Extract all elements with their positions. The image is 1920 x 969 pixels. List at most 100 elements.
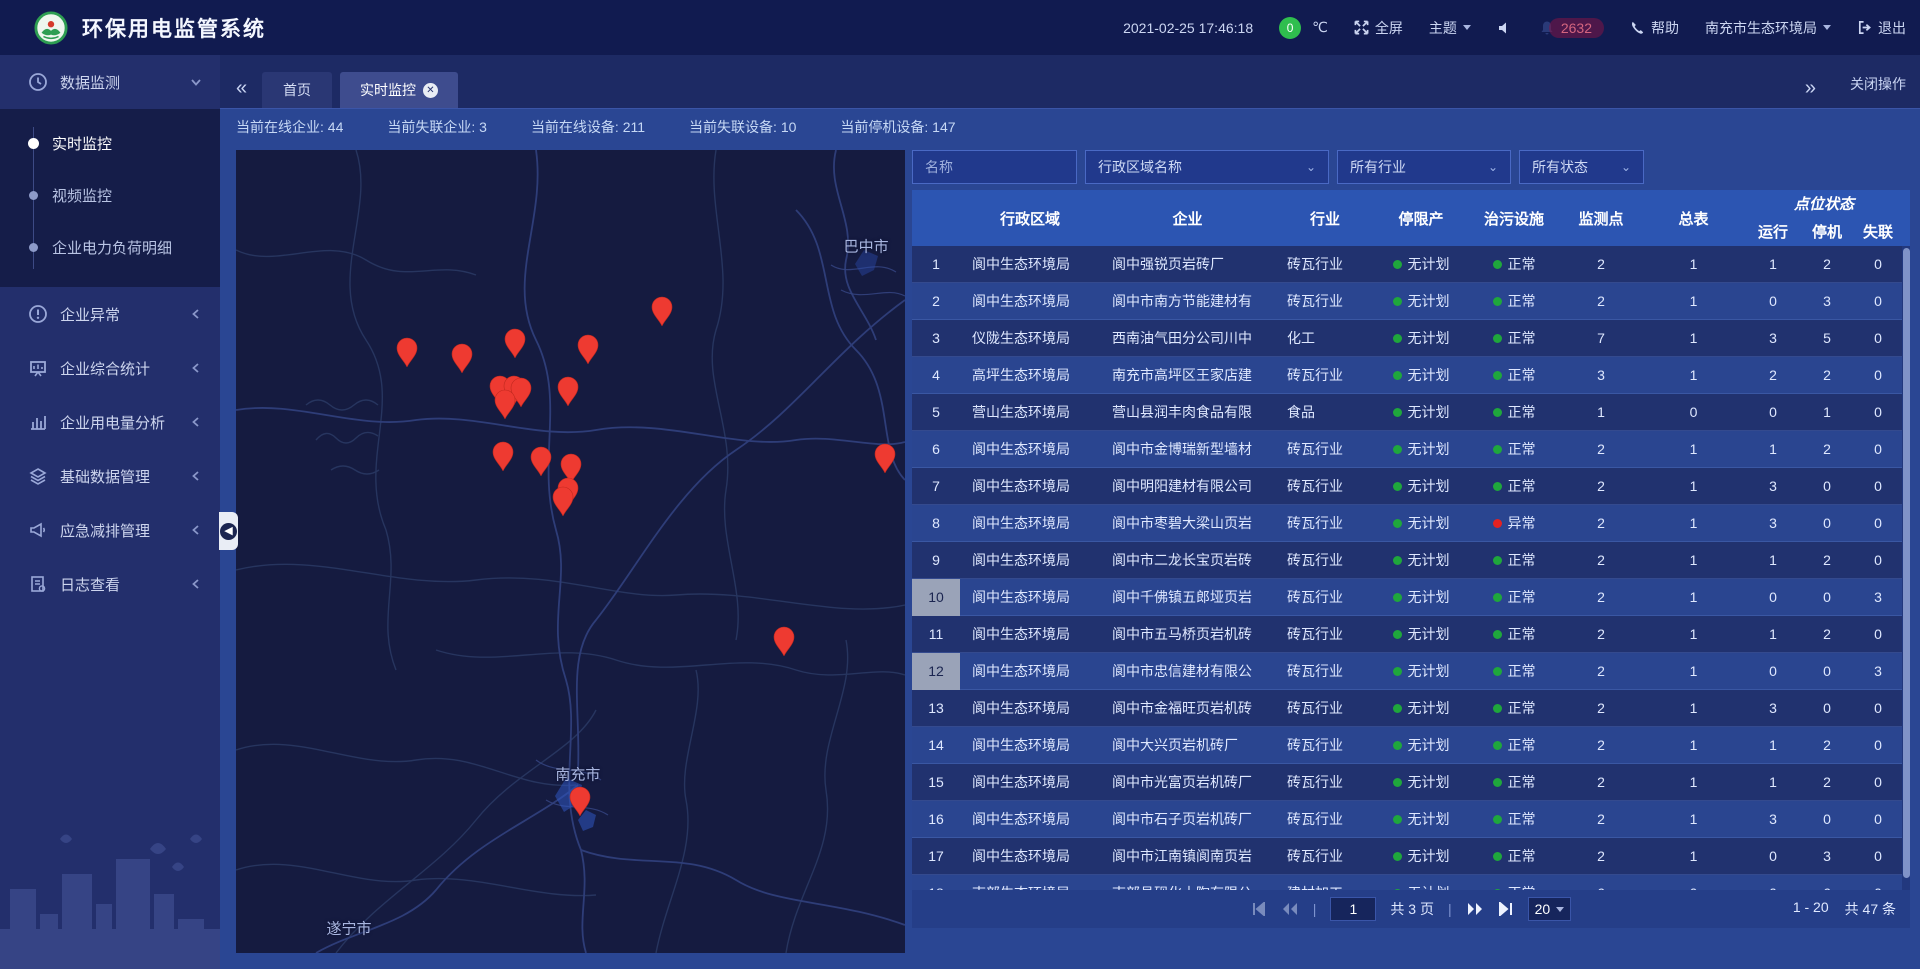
name-filter-input[interactable] — [925, 159, 1064, 175]
status-filter-select[interactable]: 所有状态 ⌄ — [1519, 150, 1644, 184]
help-button[interactable]: 帮助 — [1630, 18, 1679, 38]
tab-home[interactable]: 首页 — [262, 72, 332, 108]
offline-count-cell: 0 — [1854, 737, 1902, 753]
tabs-scroll-right-button[interactable]: » — [1805, 77, 1816, 100]
sidebar-item-6[interactable]: 日志查看 — [0, 557, 220, 611]
table-row[interactable]: 17阆中生态环境局阆中市江南镇阆南页岩砖瓦行业无计划正常21030 — [912, 838, 1910, 875]
fullscreen-button[interactable]: 全屏 — [1354, 18, 1403, 38]
facility-status-cell: 正常 — [1467, 846, 1561, 866]
map-pin-icon[interactable] — [651, 296, 673, 331]
first-page-button[interactable] — [1251, 902, 1267, 916]
table-row[interactable]: 7阆中生态环境局阆中明阳建材有限公司砖瓦行业无计划正常21300 — [912, 468, 1910, 505]
table-row[interactable]: 3仪陇生态环境局西南油气田分公司川中化工无计划正常71350 — [912, 320, 1910, 357]
table-row[interactable]: 9阆中生态环境局阆中市二龙长宝页岩砖砖瓦行业无计划正常21120 — [912, 542, 1910, 579]
map-pin-icon[interactable] — [557, 376, 579, 411]
table-row[interactable]: 12阆中生态环境局阆中市忠信建材有限公砖瓦行业无计划正常21003 — [912, 653, 1910, 690]
close-operations-button[interactable]: 关闭操作 — [1850, 74, 1906, 94]
layers-icon — [28, 466, 48, 486]
region-cell: 阆中生态环境局 — [960, 846, 1100, 866]
table-row[interactable]: 6阆中生态环境局阆中市金博瑞新型墙材砖瓦行业无计划正常21120 — [912, 431, 1910, 468]
offline-count-cell: 0 — [1854, 256, 1902, 272]
region-filter-select[interactable]: 行政区域名称 ⌄ — [1085, 150, 1329, 184]
notification-bell[interactable]: 2632 — [1539, 18, 1604, 38]
sidebar-item-3[interactable]: 企业用电量分析 — [0, 395, 220, 449]
tab-realtime-monitor[interactable]: 实时监控 ✕ — [340, 72, 458, 108]
page-number-input[interactable] — [1330, 897, 1376, 921]
facility-status-cell: 正常 — [1467, 365, 1561, 385]
scrollbar-thumb[interactable] — [1903, 248, 1910, 878]
status-dot-icon — [1393, 630, 1402, 639]
map-pin-icon[interactable] — [492, 441, 514, 476]
table-row[interactable]: 5营山生态环境局营山县润丰肉食品有限食品无计划正常10010 — [912, 394, 1910, 431]
stat-item-3: 当前失联设备: 10 — [689, 117, 796, 137]
table-row[interactable]: 16阆中生态环境局阆中市石子页岩机砖厂砖瓦行业无计划正常21300 — [912, 801, 1910, 838]
volume-icon[interactable] — [1497, 20, 1513, 36]
map-pin-icon[interactable] — [773, 626, 795, 661]
map-pin-icon[interactable] — [569, 786, 591, 821]
status-dot-icon — [1393, 297, 1402, 306]
sidebar-subitem-1[interactable]: 视频监控 — [0, 169, 220, 221]
table-row[interactable]: 8阆中生态环境局阆中市枣碧大梁山页岩砖瓦行业无计划异常21300 — [912, 505, 1910, 542]
table-row[interactable]: 4高坪生态环境局南充市高坪区王家店建砖瓦行业无计划正常31220 — [912, 357, 1910, 394]
page-size-select[interactable]: 20 — [1528, 897, 1572, 921]
production-status-cell: 无计划 — [1375, 291, 1467, 311]
company-cell: 阆中市二龙长宝页岩砖 — [1100, 550, 1275, 570]
theme-menu[interactable]: 主题 — [1429, 18, 1471, 38]
facility-status-cell: 正常 — [1467, 291, 1561, 311]
previous-page-button[interactable] — [1281, 902, 1299, 916]
sidebar-subitem-0[interactable]: 实时监控 — [0, 117, 220, 169]
map-pin-icon[interactable] — [577, 334, 599, 369]
tab-close-icon[interactable]: ✕ — [423, 83, 438, 98]
table-row[interactable]: 2阆中生态环境局阆中市南方节能建材有砖瓦行业无计划正常21030 — [912, 283, 1910, 320]
table-row[interactable]: 13阆中生态环境局阆中市金福旺页岩机砖砖瓦行业无计划正常21300 — [912, 690, 1910, 727]
monitor-count-cell: 2 — [1561, 774, 1641, 790]
sidebar-subitem-2[interactable]: 企业电力负荷明细 — [0, 221, 220, 273]
offline-count-cell: 0 — [1854, 441, 1902, 457]
table-row[interactable]: 11阆中生态环境局阆中市五马桥页岩机砖砖瓦行业无计划正常21120 — [912, 616, 1910, 653]
offline-count-cell: 0 — [1854, 515, 1902, 531]
sidebar-item-4[interactable]: 基础数据管理 — [0, 449, 220, 503]
monitor-count-cell: 2 — [1561, 663, 1641, 679]
status-dot-icon — [1393, 778, 1402, 787]
filter-bar: 行政区域名称 ⌄ 所有行业 ⌄ 所有状态 ⌄ — [912, 150, 1644, 188]
sidebar-item-2[interactable]: 企业综合统计 — [0, 341, 220, 395]
city-label: 遂宁市 — [327, 918, 372, 939]
table-row[interactable]: 14阆中生态环境局阆中大兴页岩机砖厂砖瓦行业无计划正常21120 — [912, 727, 1910, 764]
map-pin-icon[interactable] — [874, 443, 896, 478]
sidebar-item-0[interactable]: 数据监测 — [0, 55, 220, 109]
industry-filter-select[interactable]: 所有行业 ⌄ — [1337, 150, 1511, 184]
header-toolbar: 2021-02-25 17:46:18 0 ℃ 全屏 主题 — [1123, 0, 1906, 55]
table-row[interactable]: 1阆中生态环境局阆中强锐页岩砖厂砖瓦行业无计划正常21120 — [912, 246, 1910, 283]
running-count-cell: 0 — [1746, 589, 1800, 605]
sidebar-collapse-button[interactable]: ◀ — [219, 512, 238, 550]
sidebar-item-5[interactable]: 应急减排管理 — [0, 503, 220, 557]
region-cell: 阆中生态环境局 — [960, 587, 1100, 607]
divider: | — [1448, 901, 1452, 917]
table-row[interactable]: 10阆中生态环境局阆中千佛镇五郎垭页岩砖瓦行业无计划正常21003 — [912, 579, 1910, 616]
logout-button[interactable]: 退出 — [1857, 18, 1906, 38]
map-pin-icon[interactable] — [396, 337, 418, 372]
map-pin-icon[interactable] — [552, 486, 574, 521]
row-number-cell: 7 — [912, 468, 960, 505]
row-number-cell: 9 — [912, 542, 960, 579]
map-pin-icon[interactable] — [494, 389, 516, 424]
map-panel[interactable]: 巴中市南充市遂宁市 — [236, 150, 905, 953]
table-row[interactable]: 15阆中生态环境局阆中市光富页岩机砖厂砖瓦行业无计划正常21120 — [912, 764, 1910, 801]
table-scrollbar[interactable] — [1902, 246, 1910, 891]
sidebar-item-1[interactable]: 企业异常 — [0, 287, 220, 341]
org-menu[interactable]: 南充市生态环境局 — [1705, 18, 1831, 38]
map-pin-icon[interactable] — [451, 343, 473, 378]
status-dot-icon — [1393, 741, 1402, 750]
meter-count-cell: 0 — [1641, 404, 1746, 420]
facility-status-cell: 异常 — [1467, 513, 1561, 533]
map-pin-icon[interactable] — [504, 328, 526, 363]
production-status-cell: 无计划 — [1375, 624, 1467, 644]
sidebar-submenu: 实时监控视频监控企业电力负荷明细 — [0, 109, 220, 287]
row-number-cell: 3 — [912, 320, 960, 357]
last-page-button[interactable] — [1498, 902, 1514, 916]
table-row[interactable]: 18南部生态环境局南部县砚化土陶有限公建材加工无计划正常60060 — [912, 875, 1910, 891]
map-pin-icon[interactable] — [530, 446, 552, 481]
status-dot-icon — [1493, 556, 1502, 565]
tabs-scroll-left-button[interactable]: « — [236, 77, 247, 100]
next-page-button[interactable] — [1466, 902, 1484, 916]
